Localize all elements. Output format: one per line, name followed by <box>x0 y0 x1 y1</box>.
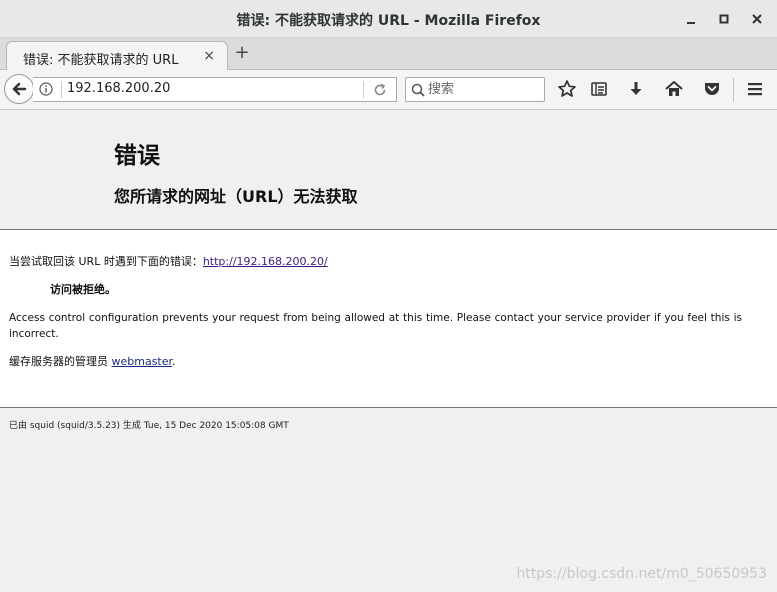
url-input[interactable]: 192.168.200.20 <box>67 81 170 96</box>
url-bar[interactable]: 192.168.200.20 <box>33 77 397 102</box>
minimize-button[interactable] <box>683 11 699 27</box>
error-description: Access control configuration prevents yo… <box>9 312 742 340</box>
tab-active[interactable]: 错误: 不能获取请求的 URL × <box>6 41 228 70</box>
admin-suffix: . <box>172 355 176 368</box>
requested-url-link[interactable]: http://192.168.200.20/ <box>203 255 328 268</box>
error-header: 错误 您所请求的网址（URL）无法获取 <box>0 110 777 230</box>
page-title: 错误 <box>114 143 160 169</box>
admin-text: 缓存服务器的管理员 <box>9 355 112 368</box>
page-content: 错误 您所请求的网址（URL）无法获取 当尝试取回该 URL 时遇到下面的错误：… <box>0 110 777 592</box>
close-icon <box>752 14 762 24</box>
info-icon[interactable] <box>39 82 53 96</box>
search-input[interactable] <box>428 80 540 99</box>
search-icon <box>411 83 425 97</box>
menu-icon[interactable] <box>745 79 765 99</box>
minimize-icon <box>687 22 695 24</box>
tab-close-icon[interactable]: × <box>203 48 215 64</box>
new-tab-button[interactable]: + <box>234 42 250 64</box>
back-button[interactable] <box>4 74 34 104</box>
watermark: https://blog.csdn.net/m0_50650953 <box>516 566 767 582</box>
page-subtitle: 您所请求的网址（URL）无法获取 <box>114 187 358 206</box>
tab-strip: 错误: 不能获取请求的 URL × <box>0 38 777 70</box>
toolbar-separator <box>733 78 734 102</box>
close-window-button[interactable] <box>749 11 765 27</box>
download-icon[interactable] <box>626 79 646 99</box>
window-titlebar: 错误: 不能获取请求的 URL - Mozilla Firefox <box>0 0 777 38</box>
tab-label: 错误: 不能获取请求的 URL <box>23 53 179 68</box>
reload-separator <box>363 81 364 98</box>
url-separator <box>61 81 62 98</box>
generated-by-footer: 已由 squid (squid/3.5.23) 生成 Tue, 15 Dec 2… <box>9 421 289 431</box>
home-icon[interactable] <box>664 79 684 99</box>
attempt-line: 当尝试取回该 URL 时遇到下面的错误：http://192.168.200.2… <box>9 253 328 269</box>
back-arrow-icon <box>12 82 27 96</box>
maximize-button[interactable] <box>716 11 732 27</box>
navigation-toolbar: 192.168.200.20 <box>0 70 777 110</box>
star-icon[interactable] <box>557 79 577 99</box>
admin-line: 缓存服务器的管理员 webmaster. <box>9 353 176 369</box>
reading-list-icon[interactable] <box>589 79 609 99</box>
webmaster-link[interactable]: webmaster <box>112 355 173 368</box>
maximize-icon <box>719 14 729 24</box>
window-title: 错误: 不能获取请求的 URL - Mozilla Firefox <box>236 13 541 29</box>
search-bar[interactable] <box>405 77 545 102</box>
access-denied-text: 访问被拒绝。 <box>50 283 116 296</box>
error-body: 当尝试取回该 URL 时遇到下面的错误：http://192.168.200.2… <box>0 230 777 408</box>
pocket-icon[interactable] <box>702 79 722 99</box>
attempt-text: 当尝试取回该 URL 时遇到下面的错误： <box>9 255 203 268</box>
reload-icon[interactable] <box>372 82 388 98</box>
